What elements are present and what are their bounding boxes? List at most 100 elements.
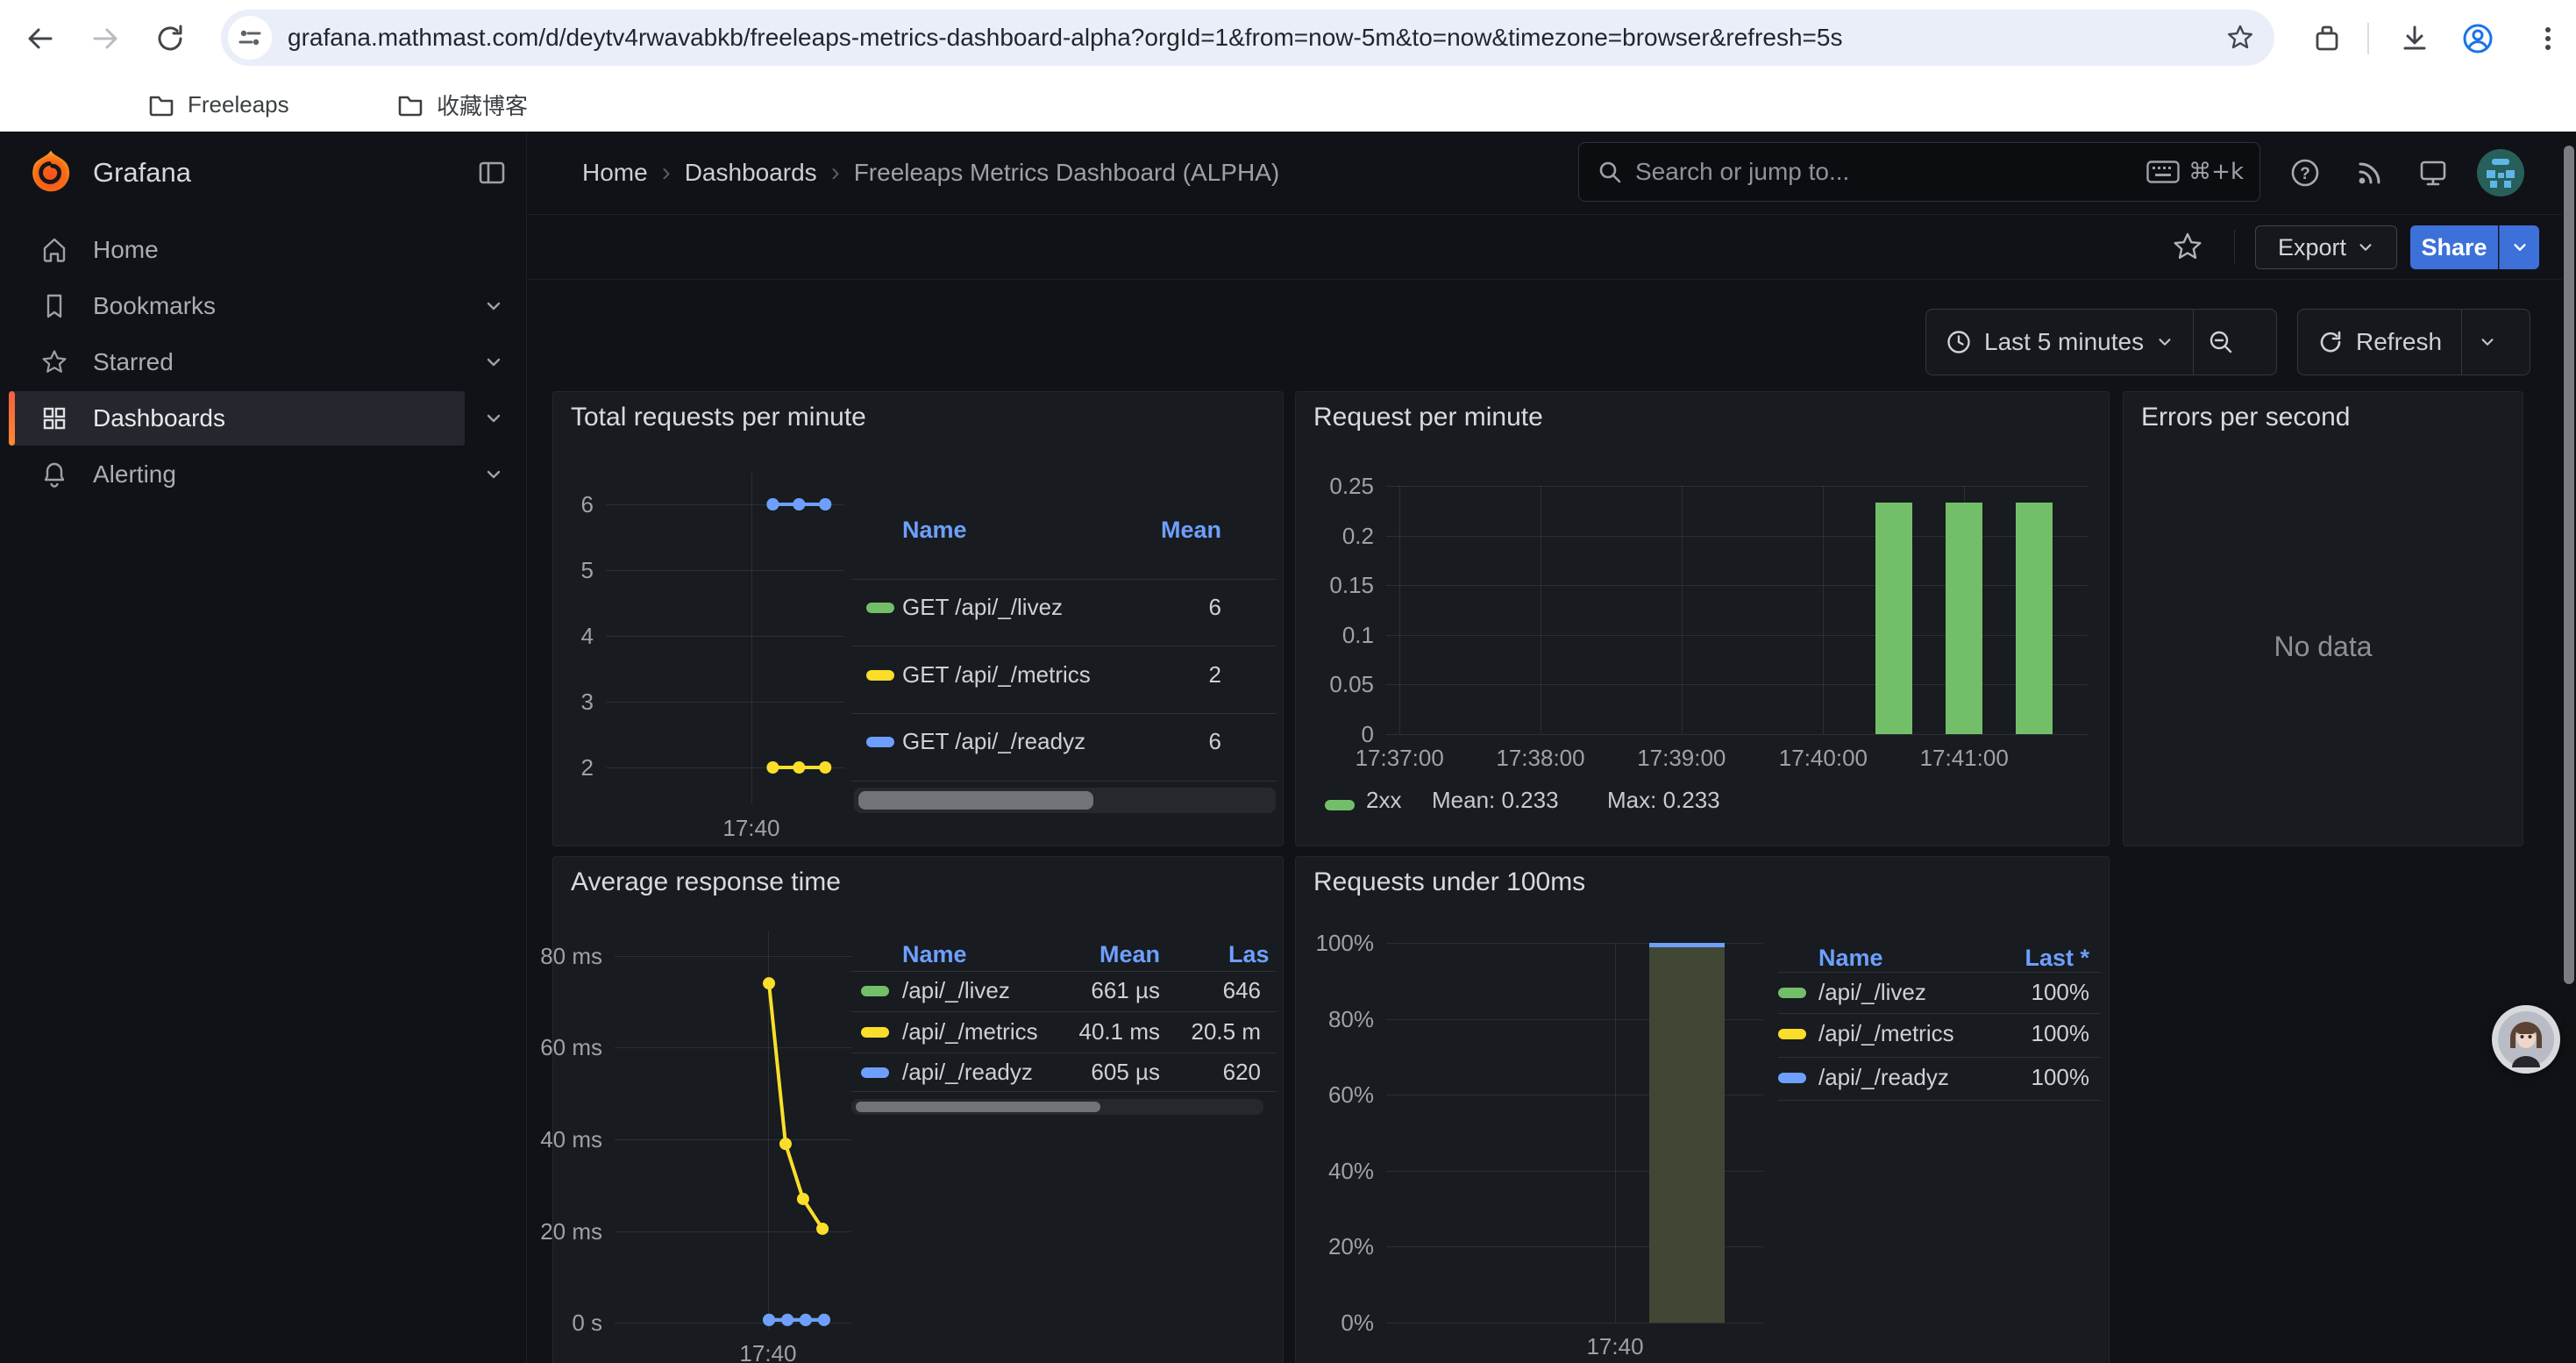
legend-header-mean[interactable]: Mean [1099, 941, 1160, 968]
downloads-icon[interactable] [2399, 23, 2430, 54]
browser-menu-icon[interactable] [2532, 23, 2564, 54]
legend-header-name[interactable]: Name [1818, 945, 1883, 972]
series-color-pill[interactable] [861, 1027, 889, 1038]
legend-series-name[interactable]: /api/_/livez [902, 977, 1010, 1004]
series-color-pill[interactable] [861, 986, 889, 996]
legend-scrollbar-track[interactable] [851, 1099, 1263, 1115]
profile-icon[interactable] [2460, 21, 2495, 56]
legend-header-name[interactable]: Name [902, 517, 967, 544]
bell-icon [40, 460, 68, 489]
bar-chart[interactable]: 0.250.20.150.10.05017:37:0017:38:0017:39… [1386, 486, 2088, 734]
sidebar-item-home[interactable]: Home [0, 223, 526, 277]
legend-series-name[interactable]: 2xx [1366, 787, 1401, 814]
export-button[interactable]: Export [2255, 225, 2397, 269]
zoom-out-button[interactable] [2194, 310, 2248, 375]
grafana-logo[interactable] [26, 148, 75, 197]
legend-series-name[interactable]: GET /api/_/metrics [902, 661, 1091, 689]
legend-separator [1778, 972, 2101, 973]
legend-mean-value: 2 [1209, 661, 1221, 689]
series-color-pill[interactable] [1778, 988, 1806, 998]
sidebar-item-alerting[interactable]: Alerting [0, 447, 526, 502]
series-color-pill[interactable] [861, 1067, 889, 1078]
panel-title[interactable]: Total requests per minute [571, 403, 866, 432]
time-series-chart[interactable]: 6543217:40 [606, 473, 844, 804]
legend-scrollbar-thumb[interactable] [856, 1102, 1100, 1112]
refresh-interval-dropdown[interactable] [2462, 310, 2513, 375]
legend-mean-value: 605 µs [1091, 1059, 1160, 1086]
legend-header-mean[interactable]: Mean [1161, 517, 1221, 544]
svg-text:?: ? [2300, 165, 2310, 183]
legend-scrollbar-track[interactable] [854, 788, 1276, 813]
favorite-star-icon[interactable] [2171, 230, 2204, 263]
chevron-down-icon[interactable] [484, 296, 503, 316]
legend-series-name[interactable]: /api/_/readyz [1818, 1064, 1949, 1091]
refresh-button[interactable]: Refresh [2298, 310, 2461, 375]
legend-last-value: 100% [2032, 1064, 2090, 1091]
chevron-down-icon[interactable] [484, 409, 503, 428]
bookmark-folder-freeleaps[interactable]: Freeleaps [147, 85, 289, 124]
assistant-avatar[interactable] [2492, 1005, 2560, 1074]
news-rss-icon[interactable] [2353, 156, 2387, 189]
legend-series-name[interactable]: /api/_/readyz [902, 1059, 1033, 1086]
time-series-chart[interactable]: 80 ms60 ms40 ms20 ms0 s17:40 [615, 931, 851, 1330]
site-settings-icon[interactable] [228, 16, 272, 60]
legend-separator [1778, 1057, 2101, 1058]
forward-icon[interactable] [89, 23, 121, 54]
legend-series-name[interactable]: /api/_/livez [1818, 979, 1926, 1006]
extensions-icon[interactable] [2311, 23, 2343, 54]
series-color-pill[interactable] [866, 603, 894, 613]
legend-series-name[interactable]: GET /api/_/readyz [902, 728, 1085, 755]
breadcrumb-current: Freeleaps Metrics Dashboard (ALPHA) [854, 159, 1280, 187]
folder-icon [147, 90, 175, 118]
legend-header-last[interactable]: Last * [2025, 945, 2089, 972]
sidebar-item-dashboards[interactable]: Dashboards [0, 391, 526, 446]
series-color-pill[interactable] [866, 670, 894, 681]
series-color-pill[interactable] [1325, 800, 1355, 810]
panel-requests-under-100ms: Requests under 100ms 100%80%60%40%20%0%1… [1295, 856, 2110, 1363]
monitor-icon[interactable] [2416, 156, 2450, 189]
time-range-picker[interactable]: Last 5 minutes [1926, 310, 2193, 375]
help-icon[interactable]: ? [2288, 156, 2322, 189]
series-color-pill[interactable] [1778, 1029, 1806, 1039]
bookmark-star-icon[interactable] [2225, 23, 2255, 53]
bookmark-folder-blogs[interactable]: 收藏博客 [396, 85, 528, 124]
chevron-down-icon[interactable] [484, 353, 503, 372]
legend-mean-value: 661 µs [1091, 977, 1160, 1004]
chevron-down-icon [2156, 333, 2174, 351]
search-placeholder: Search or jump to... [1635, 158, 2146, 186]
user-avatar[interactable] [2477, 149, 2524, 196]
panel-title[interactable]: Request per minute [1313, 403, 1543, 432]
panel-title[interactable]: Average response time [571, 867, 841, 897]
back-icon[interactable] [25, 23, 56, 54]
breadcrumb-dashboards[interactable]: Dashboards [685, 159, 817, 187]
legend-series-name[interactable]: GET /api/_/livez [902, 594, 1063, 621]
search-input[interactable]: Search or jump to... ⌘+k [1578, 142, 2260, 202]
legend-mean-value: 6 [1209, 594, 1221, 621]
share-dropdown-button[interactable] [2499, 225, 2539, 269]
sidebar-toggle-icon[interactable] [477, 158, 507, 188]
legend-scrollbar-thumb[interactable] [858, 791, 1093, 810]
application-window: grafana.mathmast.com/d/deytv4rwavabkb/fr… [0, 0, 2576, 1363]
legend-header-name[interactable]: Name [902, 941, 967, 968]
legend-separator [1778, 1100, 2101, 1101]
reload-icon[interactable] [154, 23, 186, 54]
series-color-pill[interactable] [866, 737, 894, 747]
grafana-header-left: Grafana [0, 132, 527, 213]
window-scrollbar-thumb[interactable] [2564, 146, 2574, 984]
panel-title[interactable]: Requests under 100ms [1313, 867, 1585, 897]
url-bar[interactable]: grafana.mathmast.com/d/deytv4rwavabkb/fr… [221, 10, 2274, 66]
sidebar-item-starred[interactable]: Starred [0, 335, 526, 389]
series-color-pill[interactable] [1778, 1073, 1806, 1083]
sidebar-item-bookmarks[interactable]: Bookmarks [0, 279, 526, 333]
bar-chart[interactable]: 100%80%60%40%20%0%17:40 [1386, 943, 1763, 1323]
chevron-down-icon [2357, 239, 2374, 256]
legend-mean-value: 6 [1209, 728, 1221, 755]
bookmark-label: 收藏博客 [437, 89, 528, 121]
breadcrumb-home[interactable]: Home [582, 159, 648, 187]
share-button[interactable]: Share [2410, 225, 2498, 269]
panel-title[interactable]: Errors per second [2141, 403, 2350, 432]
legend-series-name[interactable]: /api/_/metrics [902, 1018, 1038, 1045]
bookmark-label: Freeleaps [188, 91, 289, 118]
legend-series-name[interactable]: /api/_/metrics [1818, 1020, 1954, 1047]
chevron-down-icon[interactable] [484, 465, 503, 484]
